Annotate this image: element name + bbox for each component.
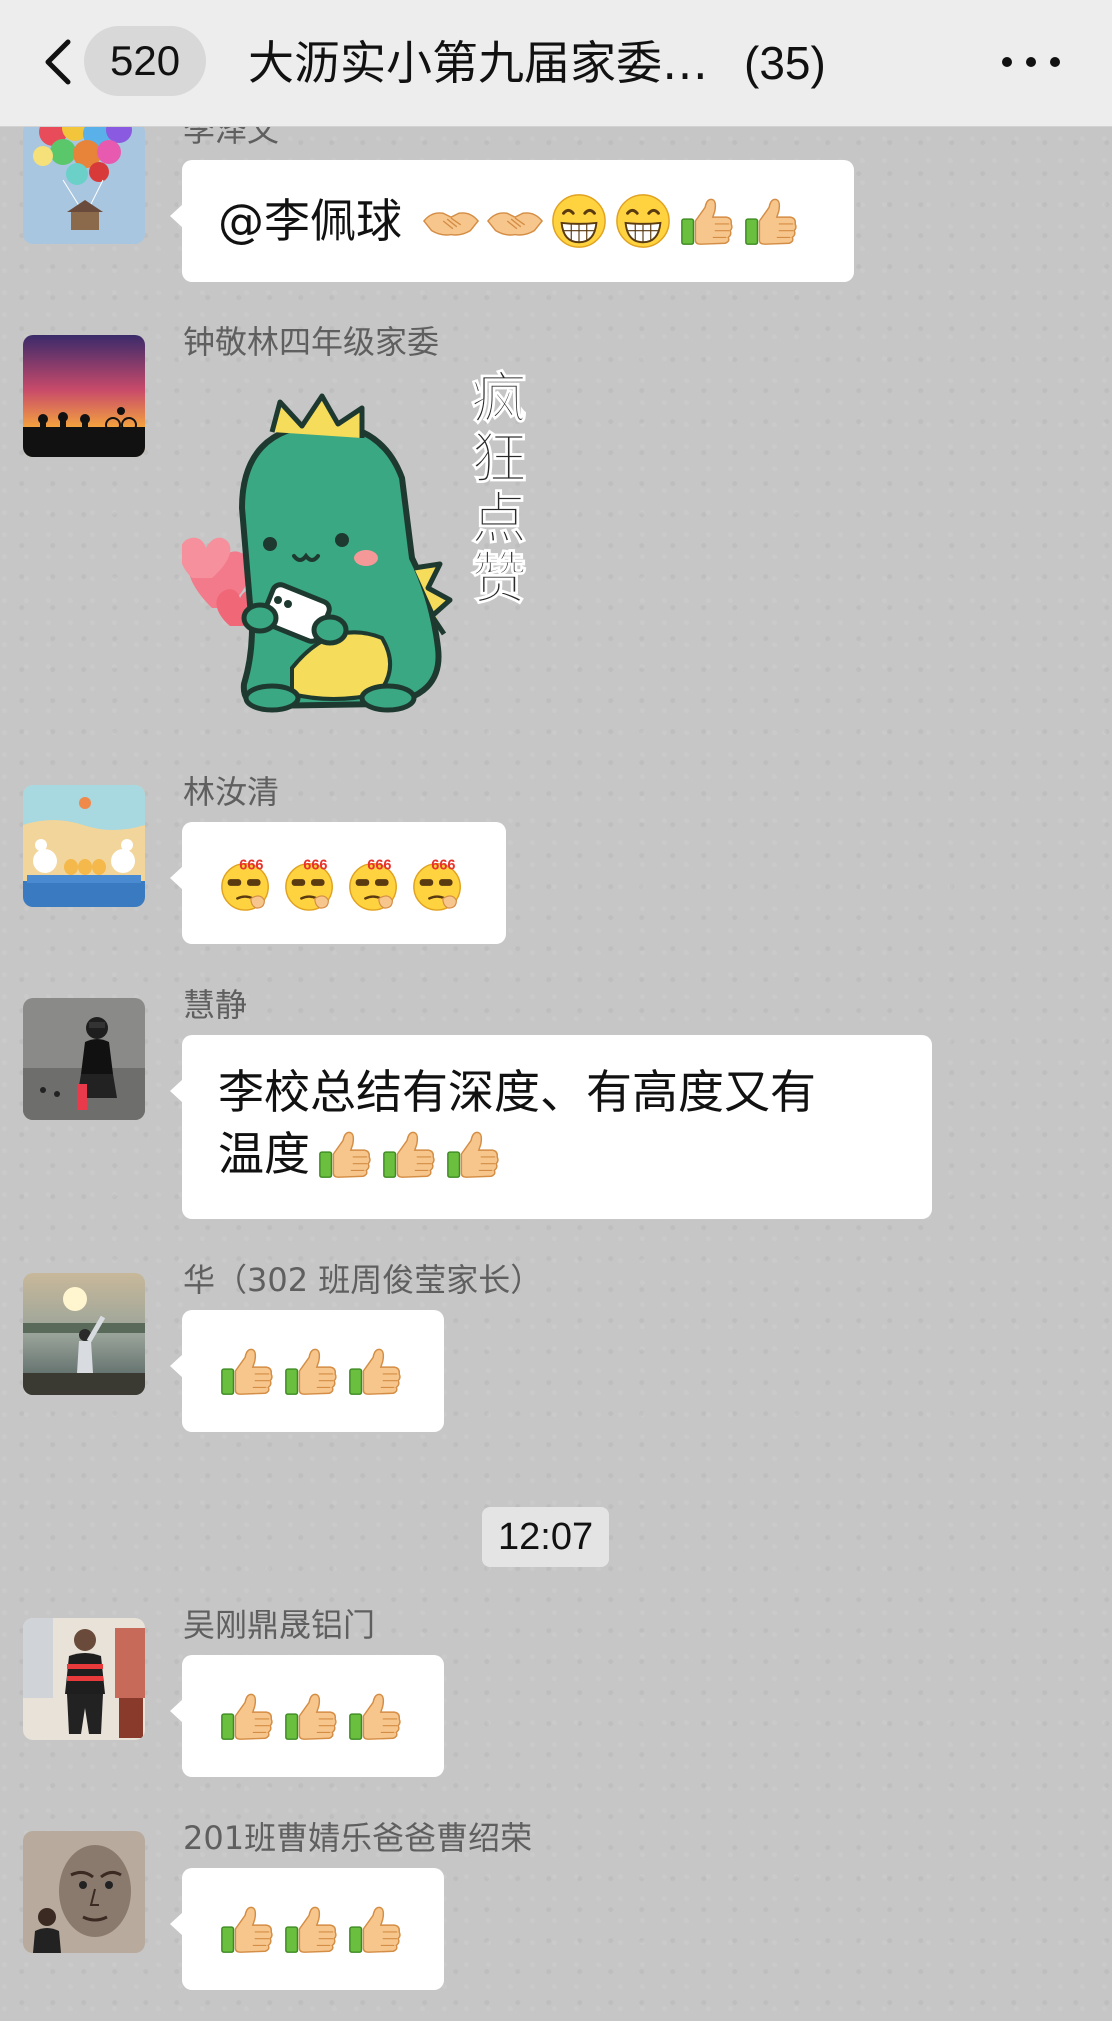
handshake-icon: [486, 192, 544, 250]
sender-name: 华（302 班周俊莹家长）: [183, 1261, 543, 1299]
sender-name: 201班曹婧乐爸爸曹绍荣: [183, 1819, 533, 1857]
chat-header: 520 大沥实小第九届家委… (35): [0, 0, 1112, 127]
unread-count-badge[interactable]: 520: [84, 26, 207, 96]
avatar[interactable]: [23, 1273, 145, 1395]
666-icon: [218, 854, 276, 912]
message-item: 钟敬林四年级家委 疯狂点赞: [0, 320, 1112, 740]
message-bubble[interactable]: @李佩球: [170, 160, 854, 282]
avatar[interactable]: [23, 1831, 145, 1953]
back-arrow-icon[interactable]: [34, 34, 90, 90]
message-bubble[interactable]: [170, 822, 506, 944]
sticker-text: 疯狂点赞: [471, 367, 528, 612]
thumbs-up-icon: [380, 1125, 438, 1183]
thumbs-up-icon: [282, 1342, 340, 1400]
avatar[interactable]: [23, 998, 145, 1120]
message-item: 吴刚鼎晟铝门: [0, 1603, 1112, 1783]
thumbs-up-icon: [678, 192, 736, 250]
mention-text[interactable]: @李佩球: [218, 190, 402, 252]
handshake-icon: [422, 192, 480, 250]
thumbs-up-icon: [218, 1687, 276, 1745]
thumbs-up-icon: [218, 1342, 276, 1400]
group-name: 大沥实小第九届家委…: [248, 36, 708, 90]
message-bubble[interactable]: [170, 1868, 444, 1990]
message-bubble[interactable]: [170, 1655, 444, 1777]
message-text-line: 温度: [218, 1127, 310, 1181]
thumbs-up-icon: [218, 1900, 276, 1958]
thumbs-up-icon: [346, 1687, 404, 1745]
thumbs-up-icon: [742, 192, 800, 250]
thumbs-up-icon: [316, 1125, 374, 1183]
message-item: 华（302 班周俊莹家长）: [0, 1258, 1112, 1438]
sender-name: 林汝清: [183, 773, 280, 811]
time-separator: 12:07: [482, 1507, 610, 1567]
message-bubble[interactable]: 李校总结有深度、有高度又有 温度: [170, 1035, 932, 1219]
sender-name: 慧静: [183, 986, 248, 1024]
sender-name: 吴刚鼎晟铝门: [183, 1606, 376, 1644]
message-item: 林汝清: [0, 770, 1112, 950]
666-icon: [346, 854, 404, 912]
666-icon: [410, 854, 468, 912]
grin-icon: [614, 192, 672, 250]
avatar[interactable]: [23, 122, 145, 244]
thumbs-up-icon: [346, 1900, 404, 1958]
more-options-icon[interactable]: [996, 44, 1066, 78]
thumbs-up-icon: [346, 1342, 404, 1400]
thumbs-up-icon: [282, 1900, 340, 1958]
chat-title[interactable]: 大沥实小第九届家委… (35): [248, 30, 826, 96]
thumbs-up-icon: [282, 1687, 340, 1745]
avatar[interactable]: [23, 335, 145, 457]
666-icon: [282, 854, 340, 912]
message-item: 慧静 李校总结有深度、有高度又有 温度: [0, 983, 1112, 1223]
sender-name: 钟敬林四年级家委: [183, 323, 440, 361]
avatar[interactable]: [23, 785, 145, 907]
avatar[interactable]: [23, 1618, 145, 1740]
thumbs-up-icon: [444, 1125, 502, 1183]
message-bubble[interactable]: [170, 1310, 444, 1432]
message-text-line: 李校总结有深度、有高度又有: [218, 1065, 816, 1119]
member-count: (35): [744, 37, 826, 89]
grin-icon: [550, 192, 608, 250]
message-item: 201班曹婧乐爸爸曹绍荣: [0, 1816, 1112, 2006]
